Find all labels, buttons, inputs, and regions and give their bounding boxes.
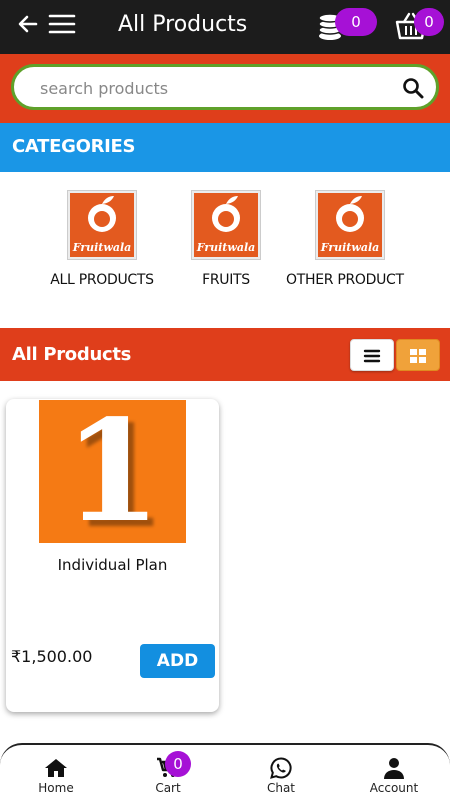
- fruitwala-logo: Fruitwala: [191, 190, 261, 260]
- search-bar-area: [0, 54, 450, 123]
- search-input[interactable]: [40, 75, 390, 101]
- search-icon[interactable]: [402, 77, 424, 99]
- category-label: ALL PRODUCTS: [50, 272, 154, 288]
- categories-title: CATEGORIES: [12, 136, 136, 157]
- nav-label: Home: [38, 781, 74, 795]
- wallet-count-badge: 0: [335, 8, 377, 36]
- categories-list: Fruitwala ALL PRODUCTS Fruitwala FRUITS: [0, 172, 450, 328]
- add-to-cart-button[interactable]: ADD: [140, 644, 215, 678]
- svg-text:Fruitwala: Fruitwala: [196, 241, 256, 254]
- category-all-products[interactable]: Fruitwala ALL PRODUCTS: [32, 190, 172, 288]
- category-fruits[interactable]: Fruitwala FRUITS: [156, 190, 296, 288]
- category-label: FRUITS: [202, 272, 250, 288]
- top-bar: All Products: [0, 0, 450, 54]
- back-arrow-icon[interactable]: [16, 12, 40, 36]
- user-icon: [384, 758, 404, 779]
- category-label: OTHER PRODUCT: [286, 272, 404, 288]
- whatsapp-icon: [270, 757, 292, 779]
- nav-label: Chat: [266, 781, 296, 795]
- svg-text:Fruitwala: Fruitwala: [72, 241, 132, 254]
- categories-header: CATEGORIES: [0, 123, 450, 172]
- fruitwala-logo: Fruitwala: [67, 190, 137, 260]
- grid-view-icon: [410, 349, 426, 363]
- fruitwala-logo: Fruitwala: [315, 190, 385, 260]
- product-price: ₹1,500.00: [11, 647, 93, 666]
- product-card[interactable]: 1 Individual Plan ₹1,500.00 ADD: [6, 399, 219, 712]
- product-image: 1: [39, 400, 186, 543]
- list-view-button[interactable]: [350, 339, 394, 371]
- nav-account[interactable]: Account: [354, 757, 434, 795]
- cart-count-badge: 0: [414, 8, 444, 36]
- page-title: All Products: [118, 12, 248, 37]
- list-view-icon: [363, 349, 381, 363]
- nav-cart-count-badge: 0: [165, 751, 191, 777]
- grid-view-button[interactable]: [396, 339, 440, 371]
- product-name: Individual Plan: [57, 556, 168, 574]
- nav-chat[interactable]: Chat: [241, 757, 321, 795]
- category-other-product[interactable]: Fruitwala OTHER PRODUCT: [280, 190, 420, 288]
- bottom-navigation: Home Cart Chat Account: [0, 743, 450, 800]
- home-icon: [45, 759, 67, 777]
- nav-home[interactable]: Home: [16, 757, 96, 795]
- nav-label: Account: [369, 781, 419, 795]
- products-header: All Products: [0, 328, 450, 381]
- product-image-number: 1: [63, 400, 162, 543]
- nav-label: Cart: [155, 781, 181, 795]
- svg-text:Fruitwala: Fruitwala: [320, 241, 380, 254]
- hamburger-menu-icon[interactable]: [48, 12, 76, 36]
- products-title: All Products: [12, 344, 132, 365]
- search-box: [11, 64, 439, 110]
- app-screen: All Products 0 0 CATE: [0, 0, 450, 800]
